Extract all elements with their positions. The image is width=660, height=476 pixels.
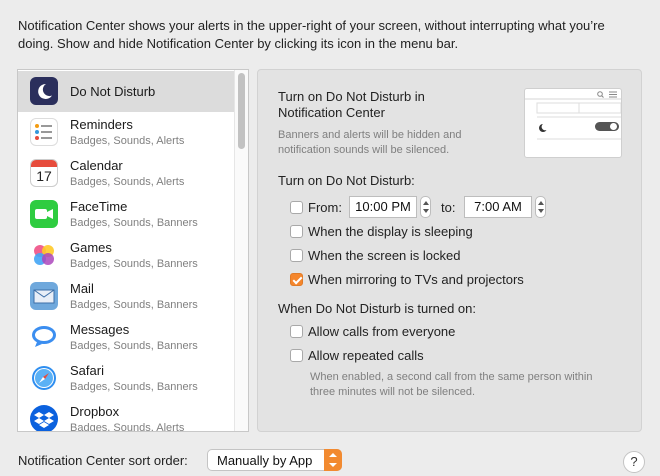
notification-center-preview <box>524 88 622 158</box>
display-sleeping-label: When the display is sleeping <box>308 224 473 239</box>
mail-icon <box>30 282 58 310</box>
list-item-mail[interactable]: Mail Badges, Sounds, Banners <box>18 276 236 317</box>
list-item-games[interactable]: Games Badges, Sounds, Banners <box>18 235 236 276</box>
to-label: to: <box>441 200 456 215</box>
list-item-label: Mail <box>70 281 94 296</box>
list-item-reminders[interactable]: Reminders Badges, Sounds, Alerts <box>18 112 236 153</box>
from-time-stepper[interactable] <box>420 196 431 218</box>
mirroring-label: When mirroring to TVs and projectors <box>308 272 524 287</box>
moon-icon <box>30 77 58 105</box>
to-time-field[interactable]: 7:00 AM <box>464 196 532 218</box>
dropbox-icon <box>30 405 58 431</box>
app-list[interactable]: Do Not Disturb Reminders Badges, Sounds,… <box>17 69 249 432</box>
calls-everyone-label: Allow calls from everyone <box>308 324 456 339</box>
list-item-sublabel: Badges, Sounds, Banners <box>70 299 198 311</box>
display-sleeping-checkbox[interactable] <box>290 225 303 238</box>
repeated-calls-note: When enabled, a second call from the sam… <box>310 371 593 398</box>
sort-order-label: Notification Center sort order: <box>18 453 188 468</box>
list-item-sublabel: Badges, Sounds, Alerts <box>70 135 185 147</box>
sort-order-select[interactable]: Manually by App <box>207 449 342 471</box>
mirroring-checkbox[interactable] <box>290 273 303 286</box>
list-item-sublabel: Badges, Sounds, Banners <box>70 217 198 229</box>
list-item-label: Calendar <box>70 158 123 173</box>
list-item-calendar[interactable]: 17 Calendar Badges, Sounds, Alerts <box>18 153 236 194</box>
list-item-label: Games <box>70 240 112 255</box>
list-item-label: Safari <box>70 363 104 378</box>
list-item-sublabel: Badges, Sounds, Banners <box>70 258 198 270</box>
from-time-field[interactable]: 10:00 PM <box>349 196 417 218</box>
intro-line-1: Notification Center shows your alerts in… <box>18 18 605 33</box>
app-list-scrollbar[interactable] <box>234 70 248 431</box>
screen-locked-label: When the screen is locked <box>308 248 461 263</box>
safari-icon <box>30 364 58 392</box>
turn-on-heading: Turn on Do Not Disturb: <box>278 173 415 188</box>
intro-line-2: doing. Show and hide Notification Center… <box>18 36 459 51</box>
to-time-stepper[interactable] <box>535 196 546 218</box>
calls-everyone-checkbox[interactable] <box>290 325 303 338</box>
list-item-dropbox[interactable]: Dropbox Badges, Sounds, Alerts <box>18 399 236 432</box>
chevron-updown-icon <box>324 449 342 471</box>
list-item-facetime[interactable]: FaceTime Badges, Sounds, Banners <box>18 194 236 235</box>
list-item-label: FaceTime <box>70 199 128 214</box>
repeated-calls-checkbox[interactable] <box>290 349 303 362</box>
list-item-sublabel: Badges, Sounds, Alerts <box>70 422 185 432</box>
list-item-label: Dropbox <box>70 404 120 419</box>
help-button[interactable]: ? <box>623 451 645 473</box>
scrollbar-thumb[interactable] <box>238 73 245 149</box>
list-item-label: Do Not Disturb <box>70 84 156 99</box>
list-item-sublabel: Badges, Sounds, Alerts <box>70 176 185 188</box>
do-not-disturb-panel: Turn on Do Not Disturb in Notification C… <box>257 69 642 432</box>
calendar-icon: 17 <box>30 159 58 187</box>
games-icon <box>30 241 58 269</box>
from-checkbox[interactable] <box>290 201 303 214</box>
dnd-title: Turn on Do Not Disturb in Notification C… <box>278 89 425 120</box>
screen-locked-checkbox[interactable] <box>290 249 303 262</box>
list-item-messages[interactable]: Messages Badges, Sounds, Banners <box>18 317 236 358</box>
list-item-do-not-disturb[interactable]: Do Not Disturb <box>18 71 236 112</box>
facetime-icon <box>30 200 58 228</box>
repeated-calls-label: Allow repeated calls <box>308 348 424 363</box>
list-item-sublabel: Badges, Sounds, Banners <box>70 340 198 352</box>
intro-text: Notification Center shows your alerts in… <box>18 17 648 53</box>
from-label: From: <box>308 200 342 215</box>
list-item-label: Reminders <box>70 117 133 132</box>
dnd-description: Banners and alerts will be hidden and no… <box>278 129 462 156</box>
list-item-sublabel: Badges, Sounds, Banners <box>70 381 198 393</box>
when-on-heading: When Do Not Disturb is turned on: <box>278 301 476 316</box>
preview-illustration-icon <box>525 91 622 140</box>
reminders-icon <box>30 118 58 146</box>
sort-order-value: Manually by App <box>217 453 313 468</box>
messages-icon <box>30 323 58 351</box>
list-item-safari[interactable]: Safari Badges, Sounds, Banners <box>18 358 236 399</box>
list-item-label: Messages <box>70 322 130 337</box>
